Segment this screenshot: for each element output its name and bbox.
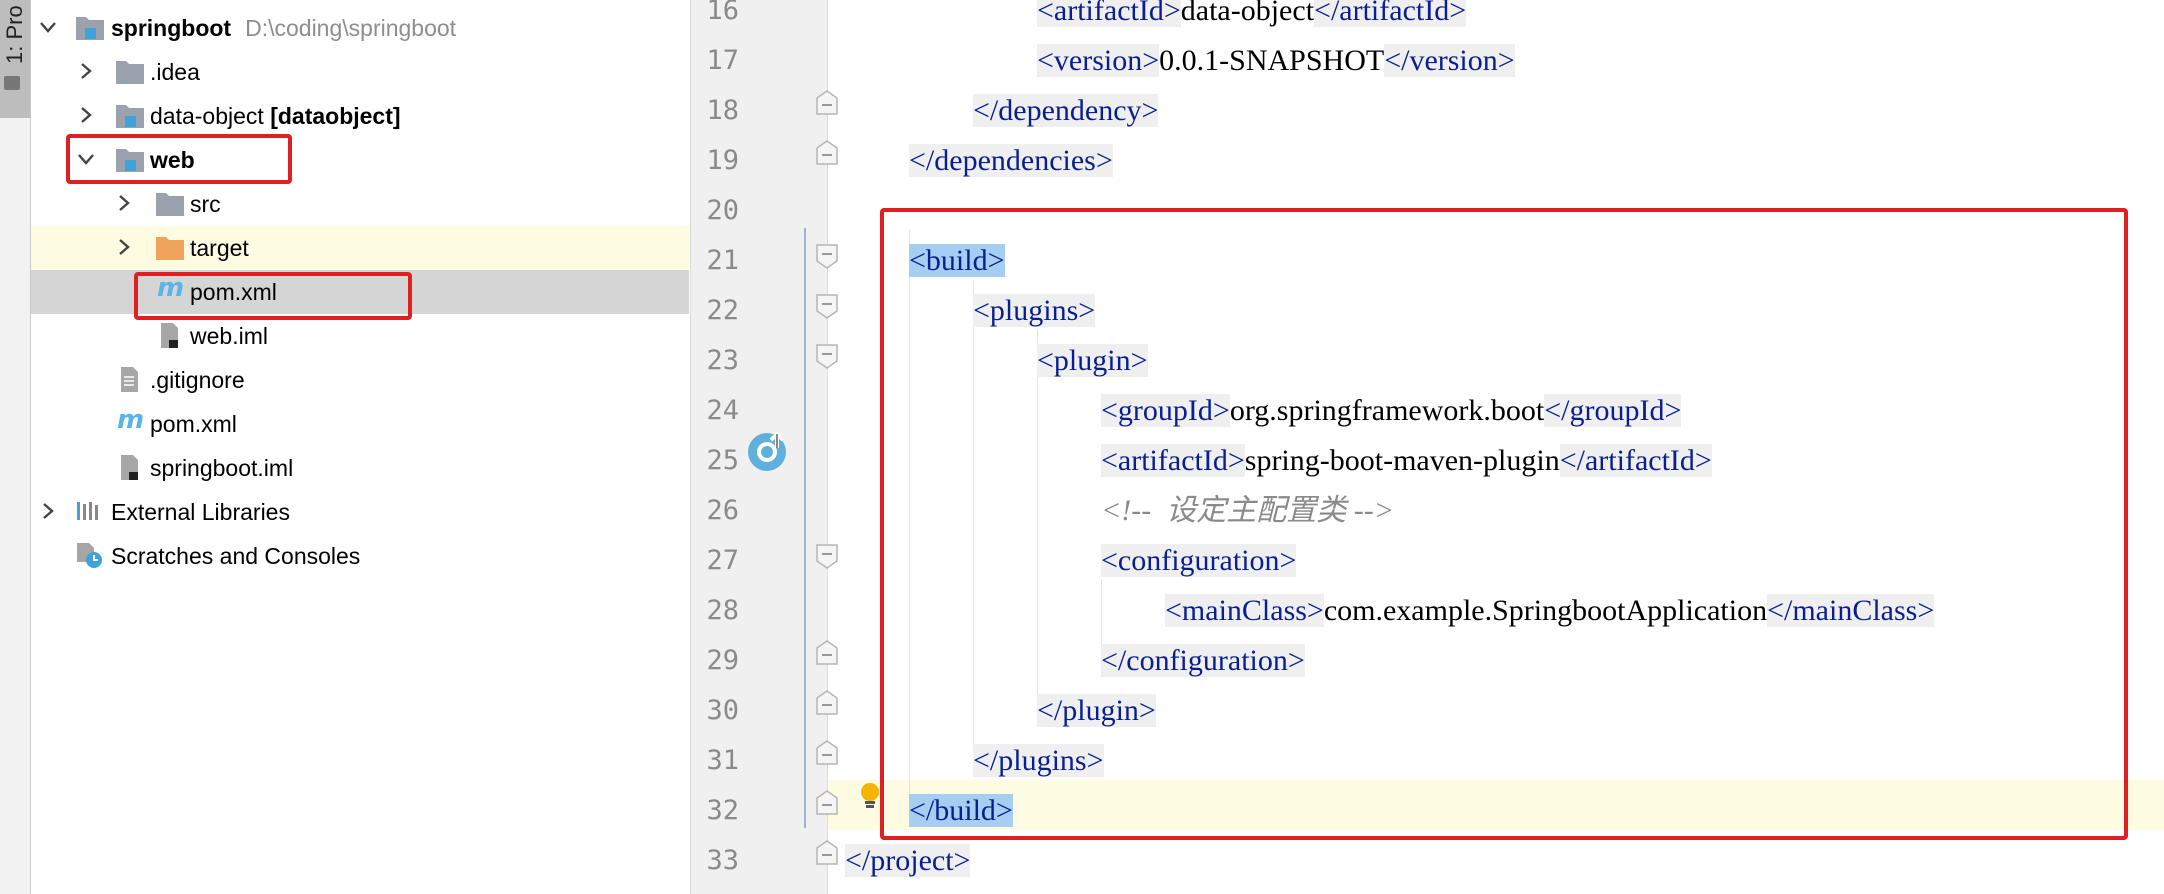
tree-row-gitignore[interactable]: .gitignore xyxy=(31,358,689,402)
iml-file-icon xyxy=(119,454,149,482)
line-number: 26 xyxy=(706,495,739,526)
line-number: 28 xyxy=(706,595,739,626)
tree-label: Scratches and Consoles xyxy=(111,543,361,569)
annotation-box-web xyxy=(66,134,292,184)
tree-label: External Libraries xyxy=(111,499,290,525)
module-folder-icon xyxy=(115,102,145,130)
chevron-right-icon[interactable] xyxy=(37,490,61,534)
intention-bulb-icon[interactable] xyxy=(859,782,881,810)
xml-text: data-object xyxy=(1180,0,1315,27)
svg-text:m: m xyxy=(117,406,144,434)
tree-label: .idea xyxy=(150,59,200,85)
chevron-down-icon[interactable] xyxy=(37,6,61,50)
line-number: 17 xyxy=(706,45,739,76)
code-line-33: </project> xyxy=(845,836,971,886)
tree-row-web-iml[interactable]: web.iml xyxy=(31,314,689,358)
line-number: 25 xyxy=(706,445,739,476)
line-number: 29 xyxy=(706,645,739,676)
tree-label: springboot xyxy=(111,15,232,41)
xml-tag: <version> xyxy=(1037,44,1160,77)
fold-marker-icon[interactable] xyxy=(815,740,839,766)
line-number: 30 xyxy=(706,695,739,726)
tree-label: springboot.iml xyxy=(150,455,294,481)
tree-label: pom.xml xyxy=(150,411,237,437)
tool-window-strip: 1: Pro xyxy=(0,0,31,894)
annotation-box-build-section xyxy=(880,208,2128,840)
tree-row-idea[interactable]: .idea xyxy=(31,50,689,94)
xml-tag: </artifactId> xyxy=(1314,0,1467,27)
tree-row-src[interactable]: src xyxy=(31,182,689,226)
tree-label: .gitignore xyxy=(150,367,245,393)
line-number: 21 xyxy=(706,245,739,276)
xml-tag: </project> xyxy=(845,844,971,877)
xml-tag: </dependencies> xyxy=(909,144,1113,177)
line-number: 18 xyxy=(706,95,739,126)
line-number: 22 xyxy=(706,295,739,326)
folder-icon xyxy=(155,190,185,218)
line-number: 16 xyxy=(706,0,739,26)
project-tool-tab[interactable]: 1: Pro xyxy=(0,0,30,118)
tree-label: data-object xyxy=(150,103,264,129)
excluded-folder-icon xyxy=(155,234,185,262)
chevron-right-icon[interactable] xyxy=(75,94,99,138)
line-number: 27 xyxy=(706,545,739,576)
scratches-icon xyxy=(75,542,105,570)
tree-row-scratches[interactable]: Scratches and Consoles xyxy=(31,534,689,578)
maven-file-icon: m xyxy=(115,405,145,435)
chevron-right-icon[interactable] xyxy=(75,50,99,94)
tree-row-data-object[interactable]: data-object [dataobject] xyxy=(31,94,689,138)
code-line-18: </dependency> xyxy=(973,86,1159,136)
tree-label: web.iml xyxy=(190,323,268,349)
tree-row-springboot-iml[interactable]: springboot.iml xyxy=(31,446,689,490)
module-name-badge: [dataobject] xyxy=(270,103,401,129)
xml-tag: </dependency> xyxy=(973,94,1159,127)
line-number: 32 xyxy=(706,795,739,826)
xml-text: 0.0.1-SNAPSHOT xyxy=(1159,44,1385,77)
run-plugin-icon[interactable] xyxy=(747,426,795,474)
xml-tag: </version> xyxy=(1384,44,1515,77)
fold-marker-icon[interactable] xyxy=(815,293,839,319)
fold-marker-icon[interactable] xyxy=(815,243,839,269)
fold-marker-icon[interactable] xyxy=(815,140,839,166)
tree-label: src xyxy=(190,191,221,217)
code-line-16: <artifactId>data-object</artifactId> xyxy=(1037,0,1467,36)
fold-marker-icon[interactable] xyxy=(815,790,839,816)
line-number: 20 xyxy=(706,195,739,226)
project-tool-tab-label: 1: Pro xyxy=(2,5,27,64)
scope-indicator xyxy=(804,228,806,828)
fold-marker-icon[interactable] xyxy=(815,343,839,369)
fold-marker-icon[interactable] xyxy=(815,640,839,666)
chevron-right-icon[interactable] xyxy=(113,226,137,270)
line-number: 31 xyxy=(706,745,739,776)
xml-tag: <artifactId> xyxy=(1037,0,1181,27)
fold-marker-icon[interactable] xyxy=(815,690,839,716)
folder-icon xyxy=(115,58,145,86)
tree-row-external-libraries[interactable]: External Libraries xyxy=(31,490,689,534)
tree-row-springboot[interactable]: springboot D:\coding\springboot xyxy=(31,6,689,50)
chevron-right-icon[interactable] xyxy=(113,182,137,226)
tree-label: target xyxy=(190,235,249,261)
module-folder-icon xyxy=(75,14,105,42)
fold-marker-icon[interactable] xyxy=(815,90,839,116)
tree-row-root-pom[interactable]: m pom.xml xyxy=(31,402,689,446)
line-number: 33 xyxy=(706,845,739,876)
line-number: 19 xyxy=(706,145,739,176)
text-file-icon xyxy=(119,366,149,394)
annotation-box-pom xyxy=(134,272,412,320)
fold-marker-icon[interactable] xyxy=(815,543,839,569)
line-number: 23 xyxy=(706,345,739,376)
folder-icon xyxy=(4,76,20,90)
code-line-19: </dependencies> xyxy=(909,136,1113,186)
project-path-hint: D:\coding\springboot xyxy=(245,15,457,41)
iml-file-icon xyxy=(159,322,189,350)
fold-marker-icon[interactable] xyxy=(815,840,839,866)
library-icon xyxy=(75,498,105,526)
code-line-17: <version>0.0.1-SNAPSHOT</version> xyxy=(1037,36,1515,86)
line-number: 24 xyxy=(706,395,739,426)
tree-row-target[interactable]: target xyxy=(31,226,689,270)
